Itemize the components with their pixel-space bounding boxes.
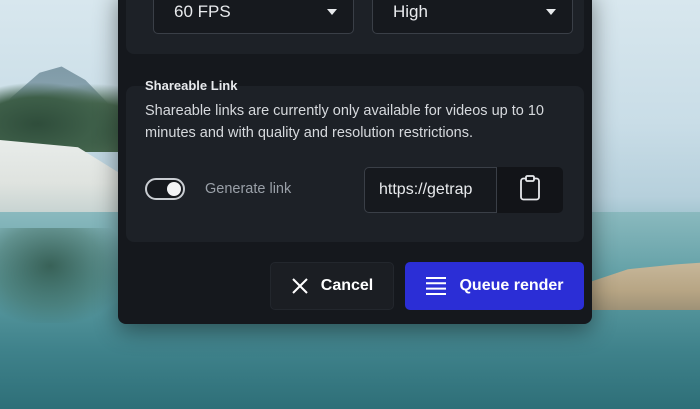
frame-rate-select[interactable]: 60 FPS	[153, 0, 354, 34]
chevron-down-icon	[327, 9, 337, 15]
generate-link-toggle[interactable]	[145, 178, 185, 200]
copy-link-button[interactable]	[497, 167, 563, 213]
close-icon	[291, 277, 309, 295]
toggle-knob	[167, 182, 181, 196]
shareable-link-description: Shareable links are currently only avail…	[145, 103, 544, 141]
cancel-button[interactable]: Cancel	[270, 262, 394, 310]
chevron-down-icon	[546, 9, 556, 15]
share-url-field[interactable]: https://getrap	[364, 167, 497, 213]
clipboard-icon	[519, 174, 541, 206]
shareable-link-panel: Shareable links are currently only avail…	[126, 86, 584, 242]
quality-value: High	[393, 2, 428, 21]
shareable-link-title: Shareable Link	[145, 78, 238, 93]
cancel-label: Cancel	[320, 277, 374, 294]
render-dialog: 60 FPS High Shareable links are currentl…	[118, 0, 592, 324]
render-settings-panel: 60 FPS High	[126, 0, 584, 54]
wallpaper-reflection	[0, 228, 125, 323]
generate-link-label: Generate link	[205, 181, 292, 197]
wallpaper-trees	[0, 82, 125, 152]
queue-render-button[interactable]: Queue render	[405, 262, 584, 310]
queue-render-label: Queue render	[459, 277, 564, 294]
frame-rate-value: 60 FPS	[174, 2, 231, 21]
quality-select[interactable]: High	[372, 0, 573, 34]
list-icon	[425, 276, 447, 296]
